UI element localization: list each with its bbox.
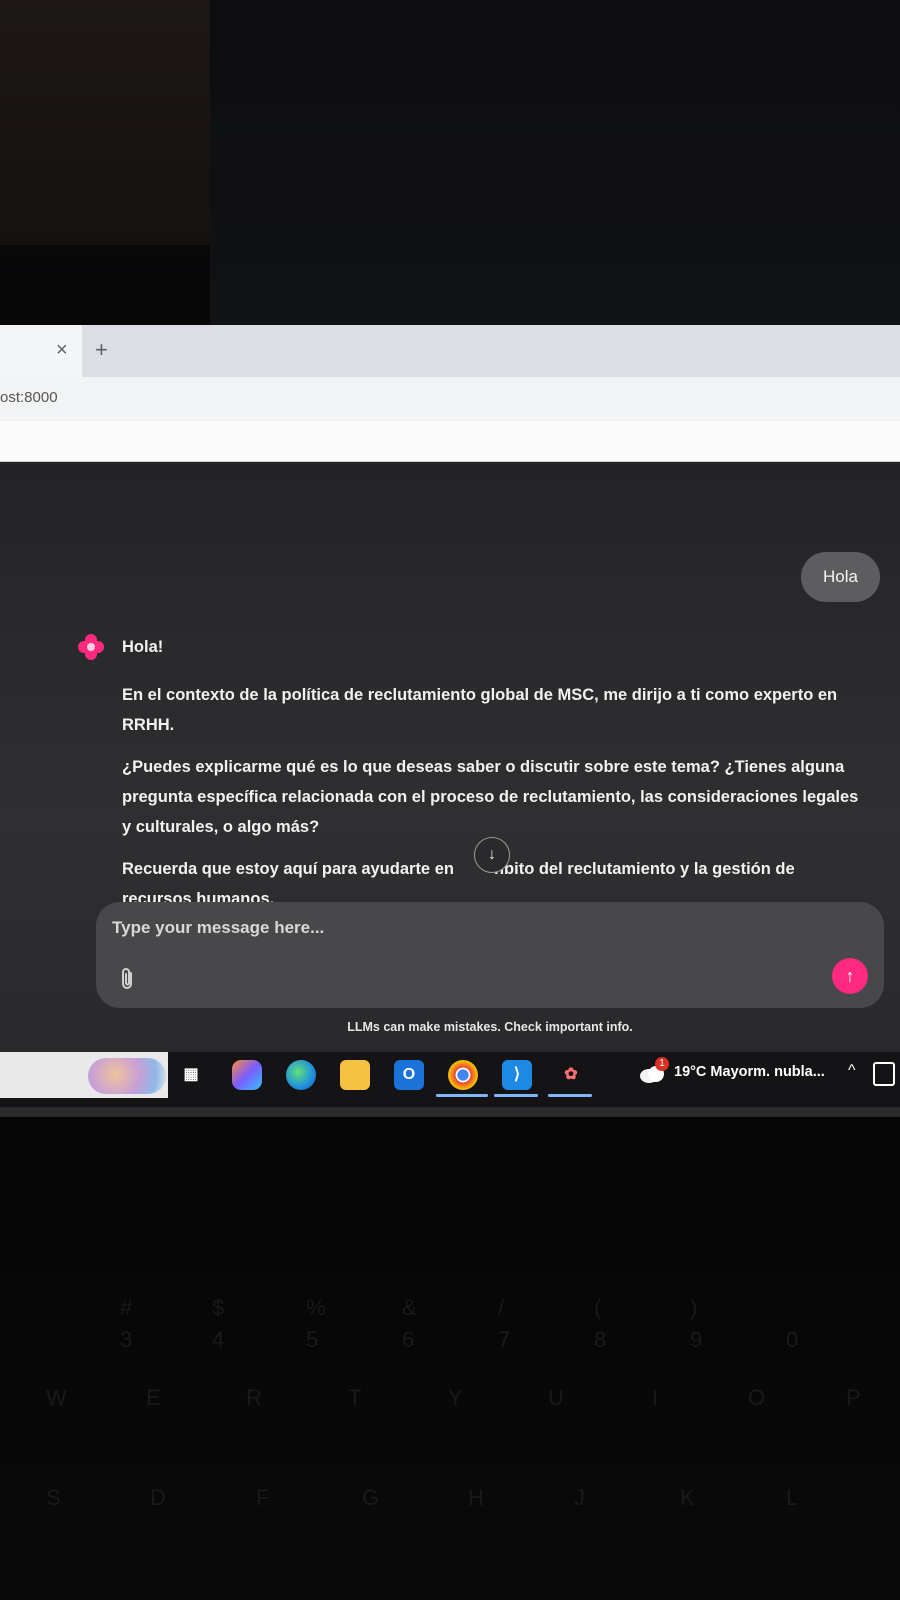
vscode-active-indicator <box>494 1094 538 1097</box>
widgets-icon[interactable] <box>88 1058 166 1094</box>
new-tab-button[interactable]: + <box>95 337 108 363</box>
keyboard-key: F <box>256 1485 270 1510</box>
app-icon[interactable]: ✿ <box>556 1060 586 1090</box>
keyboard-key: P <box>846 1385 861 1410</box>
taskbar-search-area[interactable] <box>0 1052 168 1098</box>
keyboard-key: I <box>652 1385 659 1410</box>
monitor-bezel <box>210 0 900 325</box>
task-view-icon[interactable]: ▦ <box>176 1060 206 1090</box>
keyboard-key: 9 <box>690 1327 703 1352</box>
keyboard-key: $ <box>212 1295 225 1320</box>
message-input[interactable] <box>112 918 792 938</box>
assistant-reply-text: Hola! En el contexto de la política de r… <box>122 632 867 926</box>
edge-browser-icon[interactable] <box>286 1060 316 1090</box>
keyboard-key: 6 <box>402 1327 415 1352</box>
keyboard-key: ) <box>690 1295 698 1320</box>
keyboard-key: ( <box>594 1295 602 1320</box>
address-bar[interactable]: ost:8000 <box>0 377 900 421</box>
user-message-bubble: Hola <box>801 552 880 602</box>
url-text[interactable]: ost:8000 <box>0 389 58 406</box>
keyboard-key: 7 <box>498 1327 511 1352</box>
keyboard-key: H <box>468 1485 484 1510</box>
keyboard-key: W <box>46 1385 67 1410</box>
monitor-screen: × + ost:8000 Hola Hola! En el contexto d… <box>0 325 900 1117</box>
attachment-icon[interactable] <box>116 966 138 992</box>
keyboard-key: T <box>348 1385 362 1410</box>
app-active-indicator <box>548 1094 592 1097</box>
assistant-paragraph-end: nbito del reclutamiento y la gestión de <box>493 860 795 878</box>
keyboard-key: G <box>362 1485 380 1510</box>
disclaimer-text: LLMs can make mistakes. Check important … <box>347 1020 633 1034</box>
keyboard-key: 4 <box>212 1327 225 1352</box>
chrome-active-indicator <box>436 1094 488 1097</box>
keyboard-key: & <box>402 1295 417 1320</box>
keyboard-key: O <box>748 1385 766 1410</box>
keyboard-key: K <box>680 1485 695 1510</box>
keyboard-key: / <box>498 1295 505 1320</box>
scroll-to-bottom-button[interactable]: ↓ <box>474 837 510 873</box>
keyboard-key: L <box>786 1485 799 1510</box>
close-tab-icon[interactable]: × <box>56 339 68 362</box>
keyboard-key: U <box>548 1385 564 1410</box>
copilot-icon[interactable] <box>232 1060 262 1090</box>
keyboard-key: Y <box>448 1385 463 1410</box>
keyboard-key: 3 <box>120 1327 133 1352</box>
assistant-logo-icon <box>78 634 104 660</box>
keyboard-key: R <box>246 1385 262 1410</box>
background-wall <box>0 0 210 245</box>
vscode-icon[interactable]: ⟩ <box>502 1060 532 1090</box>
assistant-greeting: Hola! <box>122 638 164 656</box>
file-explorer-icon[interactable] <box>340 1060 370 1090</box>
chrome-icon[interactable] <box>448 1060 478 1090</box>
laptop-keyboard: # $ % & / ( ) 3 4 5 6 7 8 9 0 W E R T Y … <box>0 1117 900 1600</box>
browser-tab[interactable]: × <box>0 325 82 377</box>
keyboard-key: D <box>150 1485 166 1510</box>
keyboard-key: J <box>574 1485 585 1510</box>
keyboard-key: # <box>120 1295 133 1320</box>
outlook-icon[interactable]: O <box>394 1060 424 1090</box>
browser-tabstrip: × + <box>0 325 900 377</box>
keyboard-key: E <box>146 1385 161 1410</box>
keyboard-key: % <box>306 1295 326 1320</box>
chat-page: Hola Hola! En el contexto de la política… <box>0 462 900 1052</box>
keyboard-key: 5 <box>306 1327 319 1352</box>
keyboard-key: 8 <box>594 1327 607 1352</box>
send-button[interactable]: ↑ <box>832 958 868 994</box>
photo-scene: × + ost:8000 Hola Hola! En el contexto d… <box>0 0 900 1600</box>
weather-notification-badge: 1 <box>655 1057 669 1071</box>
windows-taskbar: ▦ O ⟩ ✿ 1 19°C Mayorm. nubla... ^ <box>0 1052 900 1107</box>
weather-text[interactable]: 19°C Mayorm. nubla... <box>674 1064 825 1080</box>
bookmarks-bar <box>0 421 900 462</box>
tray-icon[interactable] <box>873 1062 895 1086</box>
keyboard-key: S <box>46 1485 61 1510</box>
assistant-paragraph: En el contexto de la política de recluta… <box>122 686 838 734</box>
assistant-paragraph-start: Recuerda que estoy aquí para ayudarte en <box>122 860 454 878</box>
assistant-paragraph: ¿Puedes explicarme qué es lo que deseas … <box>122 758 859 836</box>
message-composer: ↑ <box>96 902 884 1008</box>
keyboard-key: 0 <box>786 1327 799 1352</box>
tray-chevron-icon[interactable]: ^ <box>848 1062 856 1080</box>
